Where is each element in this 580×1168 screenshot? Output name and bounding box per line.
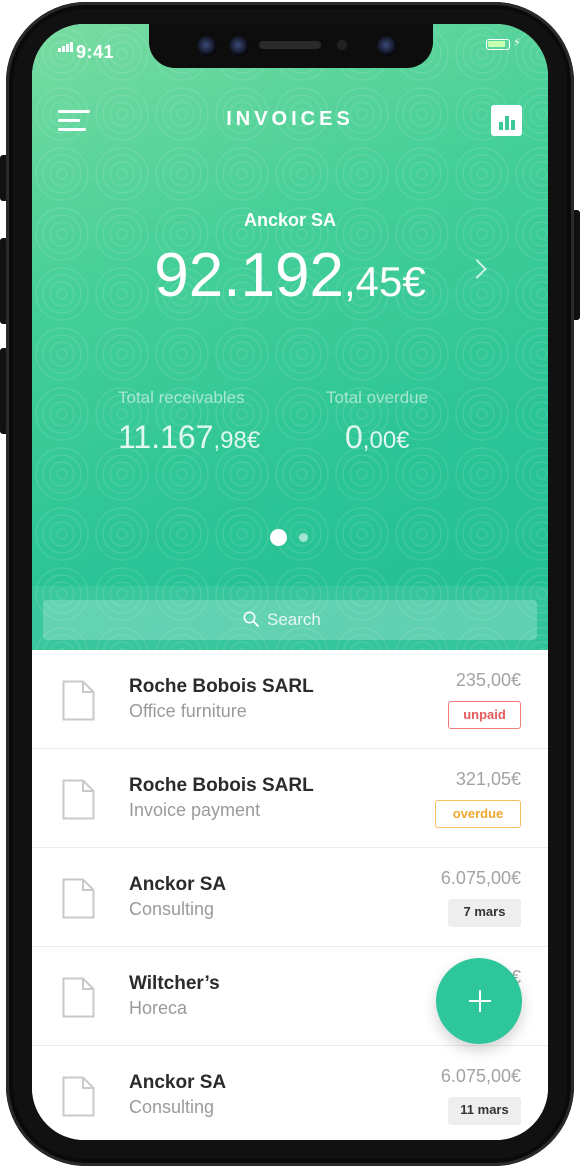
client-name: Roche Bobois SARL bbox=[129, 775, 314, 796]
date-badge: 7 mars bbox=[448, 899, 521, 927]
earpiece-speaker bbox=[259, 41, 321, 49]
status-time: 9:41 bbox=[76, 42, 115, 62]
plus-icon-vertical bbox=[479, 990, 481, 1012]
receivables-value: 11.167,98€ bbox=[118, 419, 260, 456]
invoice-description: Consulting bbox=[129, 899, 215, 919]
receivables-decimals: ,98€ bbox=[213, 427, 261, 454]
invoice-amount: 235,00€ bbox=[455, 670, 521, 690]
search-icon bbox=[243, 611, 259, 627]
status-badge: unpaid bbox=[448, 701, 521, 729]
front-camera bbox=[377, 36, 397, 56]
invoice-row[interactable]: Roche Bobois SARL Invoice payment 321,05… bbox=[32, 749, 548, 848]
app-screen: 9:41 ⚡ INVOICES Anckor SA 92.192,45€ Tot… bbox=[32, 24, 548, 1140]
charging-icon: ⚡ bbox=[513, 37, 521, 49]
invoice-row[interactable]: Anckor SA Consulting 6.075,00€ 7 mars bbox=[32, 848, 548, 947]
balance-main: 92.192 bbox=[154, 241, 344, 310]
invoice-amount: 6.075,00€ bbox=[440, 868, 521, 888]
document-icon bbox=[62, 779, 95, 820]
client-name: Roche Bobois SARL bbox=[129, 676, 314, 697]
signal-icon bbox=[58, 42, 73, 52]
page-dot-active[interactable] bbox=[270, 529, 287, 546]
invoice-amount: 6.075,00€ bbox=[440, 1066, 521, 1086]
battery-icon bbox=[486, 39, 510, 50]
invoice-description: Horeca bbox=[129, 998, 188, 1018]
add-invoice-button[interactable] bbox=[436, 958, 522, 1044]
total-balance: 92.192,45€ bbox=[32, 240, 548, 311]
bar-chart-icon[interactable] bbox=[491, 105, 522, 136]
invoice-description: Consulting bbox=[129, 1097, 215, 1117]
overdue-decimals: ,00€ bbox=[362, 427, 410, 454]
overdue-main: 0 bbox=[345, 419, 363, 455]
phone-mockup: 9:41 ⚡ INVOICES Anckor SA 92.192,45€ Tot… bbox=[0, 0, 580, 1168]
invoice-row[interactable]: Anckor SA Consulting 6.075,00€ 11 mars bbox=[32, 1046, 548, 1140]
search-input[interactable]: Search bbox=[43, 600, 537, 640]
page-title: INVOICES bbox=[226, 108, 354, 130]
receivables-label: Total receivables bbox=[118, 388, 245, 407]
client-name: Anckor SA bbox=[129, 874, 227, 895]
page-dot[interactable] bbox=[299, 533, 308, 542]
receivables-main: 11.167 bbox=[118, 419, 214, 455]
invoice-description: Invoice payment bbox=[129, 800, 261, 820]
overdue-label: Total overdue bbox=[326, 388, 429, 407]
phone-notch bbox=[149, 24, 433, 68]
document-icon bbox=[62, 977, 95, 1018]
search-placeholder: Search bbox=[267, 610, 321, 629]
summary-header: 9:41 ⚡ INVOICES Anckor SA 92.192,45€ Tot… bbox=[32, 24, 548, 650]
document-icon bbox=[62, 1076, 95, 1117]
document-icon bbox=[62, 878, 95, 919]
status-badge: overdue bbox=[435, 800, 521, 828]
client-name: Wiltcher’s bbox=[129, 973, 220, 994]
invoice-row[interactable]: Roche Bobois SARL Office furniture 235,0… bbox=[32, 650, 548, 749]
overdue-value: 0,00€ bbox=[345, 419, 410, 456]
sensor-dot bbox=[229, 36, 249, 56]
client-name: Anckor SA bbox=[129, 1072, 227, 1093]
company-name: Anckor SA bbox=[243, 210, 337, 230]
invoice-description: Office furniture bbox=[129, 701, 247, 721]
document-icon bbox=[62, 680, 95, 721]
sensor-dot bbox=[337, 40, 347, 50]
date-badge: 11 mars bbox=[448, 1097, 521, 1125]
invoice-amount: 321,05€ bbox=[455, 769, 521, 789]
sensor-dot bbox=[197, 36, 217, 56]
balance-decimals: ,45€ bbox=[343, 258, 426, 305]
